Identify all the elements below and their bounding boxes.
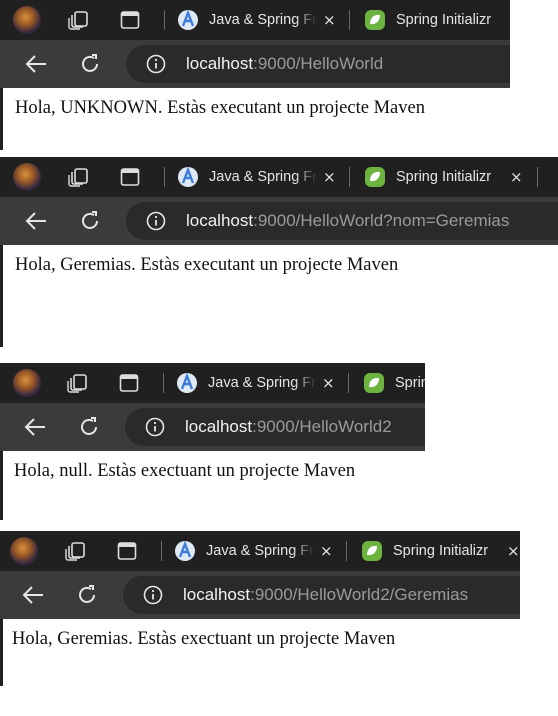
url-text: localhost:9000/HelloWorld2 [185, 417, 392, 437]
browser-screenshot-3: Java & Spring Fr × Sprin localhost:9000/… [0, 363, 425, 520]
back-arrow-icon[interactable] [21, 584, 45, 606]
tab-bar: Java & Spring Fr × Sprin [0, 363, 425, 403]
tab-label: Spring Initializr [396, 169, 492, 185]
url-host: localhost [186, 211, 254, 230]
workspaces-icon[interactable] [68, 10, 90, 30]
tab-separator [349, 167, 350, 187]
url-field[interactable]: localhost:9000/HelloWorld [126, 45, 510, 83]
a-letter-icon [178, 166, 198, 187]
url-host: localhost [186, 54, 254, 73]
reload-icon[interactable] [76, 584, 98, 606]
vertical-tabs-icon[interactable] [120, 167, 140, 187]
page-content: Hola, UNKNOWN. Estàs executant un projec… [0, 88, 510, 150]
reload-icon[interactable] [79, 210, 101, 232]
browser-screenshot-4: Java & Spring Fr × Spring Initializr × l… [0, 531, 520, 686]
tab-separator [161, 541, 162, 561]
url-host: localhost [185, 417, 253, 436]
tab-separator [163, 373, 164, 393]
workspaces-icon[interactable] [68, 167, 90, 187]
profile-avatar[interactable] [13, 163, 41, 191]
tab-separator [537, 167, 538, 187]
back-arrow-icon[interactable] [23, 416, 47, 438]
tab-label: Spring Initializr [396, 12, 492, 28]
address-bar: localhost:9000/HelloWorld2 [0, 403, 425, 451]
a-letter-icon [178, 9, 198, 30]
url-field[interactable]: localhost:9000/HelloWorld2/Geremias [123, 576, 520, 614]
spring-leaf-icon [362, 541, 382, 561]
back-arrow-icon[interactable] [24, 210, 48, 232]
close-icon[interactable]: × [508, 11, 510, 29]
profile-avatar[interactable] [13, 369, 41, 397]
back-arrow-icon[interactable] [24, 53, 48, 75]
browser-screenshot-1: Java & Spring Fr × Spring Initializr × [0, 0, 510, 150]
close-icon[interactable]: × [320, 542, 333, 560]
workspaces-icon[interactable] [67, 373, 89, 393]
page-text: Hola, UNKNOWN. Estàs executant un projec… [15, 98, 425, 118]
address-bar: localhost:9000/HelloWorld2/Geremias [0, 571, 520, 619]
page-content: Hola, Geremias. Estàs executant un proje… [0, 245, 558, 347]
close-icon[interactable]: × [323, 168, 336, 186]
url-path: :9000/HelloWorld2/Geremias [250, 585, 469, 604]
tab-label: Sprin [395, 375, 425, 391]
vertical-tabs-icon[interactable] [120, 10, 140, 30]
spring-leaf-icon [365, 167, 385, 187]
tab-label: Java & Spring Fr [208, 375, 316, 391]
tab-label: Java & Spring Fr [209, 12, 317, 28]
profile-avatar[interactable] [13, 6, 41, 34]
info-icon[interactable] [143, 585, 163, 605]
page-text: Hola, Geremias. Estàs exectuant un proje… [12, 629, 396, 649]
info-icon[interactable] [146, 54, 166, 74]
vertical-tabs-icon[interactable] [117, 541, 137, 561]
a-letter-icon [175, 540, 195, 561]
url-field[interactable]: localhost:9000/HelloWorld?nom=Geremias [126, 202, 558, 240]
spring-leaf-icon [364, 373, 384, 393]
url-text: localhost:9000/HelloWorld2/Geremias [183, 585, 468, 605]
page-content: Hola, null. Estàs exectuant un projecte … [0, 451, 425, 520]
info-icon[interactable] [145, 417, 165, 437]
url-path: :9000/HelloWorld [253, 54, 384, 73]
spring-leaf-icon [365, 10, 385, 30]
close-icon[interactable]: × [322, 374, 335, 392]
tab-label: Java & Spring Fr [209, 169, 317, 185]
tab-label: Java & Spring Fr [206, 543, 314, 559]
tab-separator [164, 10, 165, 30]
a-letter-icon [177, 372, 197, 393]
page-text: Hola, null. Estàs exectuant un projecte … [14, 461, 356, 481]
address-bar: localhost:9000/HelloWorld?nom=Geremias [0, 197, 558, 245]
profile-avatar[interactable] [10, 537, 38, 565]
reload-icon[interactable] [79, 53, 101, 75]
url-field[interactable]: localhost:9000/HelloWorld2 [125, 408, 425, 446]
url-path: :9000/HelloWorld?nom=Geremias [253, 211, 510, 230]
close-icon[interactable]: × [507, 542, 520, 560]
info-icon[interactable] [146, 211, 166, 231]
tab-bar: Java & Spring Fr × Spring Initializr × [0, 157, 558, 197]
url-host: localhost [183, 585, 251, 604]
page-text: Hola, Geremias. Estàs executant un proje… [15, 255, 399, 275]
close-icon[interactable]: × [510, 168, 523, 186]
url-text: localhost:9000/HelloWorld [186, 54, 383, 74]
address-bar: localhost:9000/HelloWorld [0, 40, 510, 88]
tab-bar: Java & Spring Fr × Spring Initializr × [0, 0, 510, 40]
tab-separator [348, 373, 349, 393]
tab-label: Spring Initializr [393, 543, 489, 559]
url-text: localhost:9000/HelloWorld?nom=Geremias [186, 211, 509, 231]
tab-separator [164, 167, 165, 187]
vertical-tabs-icon[interactable] [119, 373, 139, 393]
reload-icon[interactable] [78, 416, 100, 438]
close-icon[interactable]: × [323, 11, 336, 29]
url-path: :9000/HelloWorld2 [252, 417, 392, 436]
workspaces-icon[interactable] [65, 541, 87, 561]
page-content: Hola, Geremias. Estàs exectuant un proje… [0, 619, 520, 686]
tab-separator [346, 541, 347, 561]
tab-bar: Java & Spring Fr × Spring Initializr × [0, 531, 520, 571]
tab-separator [349, 10, 350, 30]
browser-screenshot-2: Java & Spring Fr × Spring Initializr × l… [0, 157, 558, 347]
